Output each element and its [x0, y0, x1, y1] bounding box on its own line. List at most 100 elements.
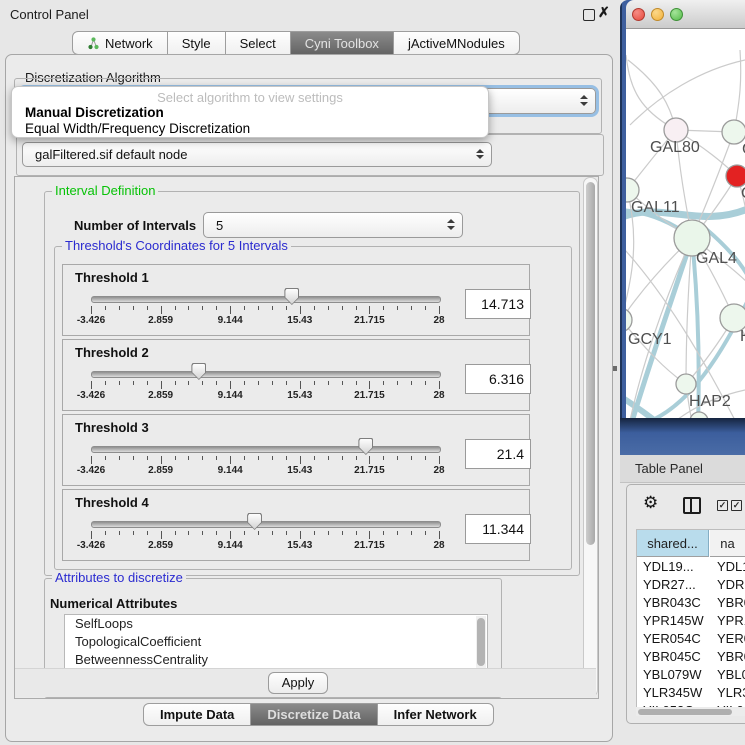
table-cell[interactable]: YBL0	[717, 666, 745, 684]
table-data-combo[interactable]: galFiltered.sif default node	[22, 142, 492, 167]
zoom-traffic-icon[interactable]	[670, 8, 683, 21]
popup-item-manual-discretization[interactable]: Manual Discretization	[25, 105, 164, 120]
table-cell[interactable]: YDL1	[717, 558, 745, 576]
table-cell[interactable]: YBR043C	[643, 594, 701, 612]
network-canvas[interactable]: GAL80GACGAL11GAL4GCY1HHAP2	[626, 29, 745, 418]
tick-label: 21.715	[347, 390, 391, 401]
tick-mark	[216, 456, 217, 460]
thresholds-group-label: Threshold's Coordinates for 5 Intervals	[62, 239, 291, 253]
tab-cyni-toolbox[interactable]: Cyni Toolbox	[291, 31, 394, 55]
popup-item-equal-width[interactable]: Equal Width/Frequency Discretization	[25, 121, 250, 136]
divider-handle[interactable]	[613, 366, 617, 371]
scrollbar-thumb[interactable]	[638, 709, 732, 715]
table-cell[interactable]: YBR0	[717, 594, 745, 612]
slider-track[interactable]	[91, 521, 441, 528]
network-graph[interactable]: GAL80GACGAL11GAL4GCY1HHAP2	[626, 29, 745, 418]
vertical-scrollbar[interactable]	[583, 177, 598, 697]
tab-discretize-data[interactable]: Discretize Data	[251, 703, 377, 726]
tick-mark	[369, 381, 370, 389]
close-traffic-icon[interactable]	[632, 8, 645, 21]
table-cell[interactable]: YDR27...	[643, 576, 696, 594]
attribute-list-item[interactable]: BetweennessCentrality	[65, 651, 487, 669]
tab-infer-network[interactable]: Infer Network	[378, 703, 494, 726]
slider-track[interactable]	[91, 296, 441, 303]
table-cell[interactable]: YBL079W	[643, 666, 702, 684]
tab-style[interactable]: Style	[168, 31, 226, 55]
tab-jactivemnodules[interactable]: jActiveMNodules	[394, 31, 520, 55]
table-cell[interactable]: YLR3	[717, 684, 745, 702]
tick-mark	[411, 306, 412, 310]
node-table[interactable]: shared...na YDL19... YDL1 YDR27... YDR2 YBR04…	[636, 529, 745, 709]
tick-mark	[328, 531, 329, 535]
threshold-value-field[interactable]: 21.4	[465, 439, 531, 469]
tick-mark	[91, 456, 92, 464]
tick-label: 28	[417, 315, 461, 326]
slider-track[interactable]	[91, 446, 441, 453]
tick-mark	[425, 306, 426, 310]
tick-mark	[411, 381, 412, 385]
scrollbar-thumb[interactable]	[586, 182, 595, 545]
tick-label: 9.144	[208, 540, 252, 551]
tab-network[interactable]: Network	[72, 31, 168, 55]
tick-mark	[300, 456, 301, 464]
tick-mark	[383, 456, 384, 460]
num-intervals-combo[interactable]: 5	[203, 212, 463, 238]
tick-mark	[216, 306, 217, 310]
tick-label: 9.144	[208, 465, 252, 476]
float-icon[interactable]	[583, 9, 595, 21]
threshold-value-field[interactable]: 14.713	[465, 289, 531, 319]
apply-button[interactable]: Apply	[268, 672, 328, 694]
network-node-gcy1[interactable]	[626, 308, 632, 332]
horizontal-scrollbar[interactable]	[636, 707, 745, 716]
threshold-value-field[interactable]: 11.344	[465, 514, 531, 544]
network-view-window[interactable]: GAL80GACGAL11GAL4GCY1HHAP2	[620, 0, 745, 455]
network-edge[interactable]	[626, 55, 676, 130]
table-cell[interactable]: YDR2	[717, 576, 745, 594]
numerical-attributes-heading: Numerical Attributes	[50, 596, 177, 611]
tick-mark	[286, 456, 287, 460]
tick-mark	[314, 381, 315, 385]
attribute-list-item[interactable]: SelfLoops	[65, 615, 487, 633]
tick-mark	[91, 531, 92, 539]
tick-mark	[105, 306, 106, 310]
threshold-value-field[interactable]: 6.316	[465, 364, 531, 394]
network-window-frame	[620, 418, 745, 455]
gear-icon[interactable]: ⚙	[643, 493, 658, 513]
table-cell[interactable]: YPR1	[717, 612, 745, 630]
tab-select[interactable]: Select	[226, 31, 291, 55]
table-cell[interactable]: YBR0	[717, 648, 745, 666]
table-cell[interactable]: YER054C	[643, 630, 701, 648]
tick-mark	[425, 531, 426, 535]
table-cell[interactable]: YLR345W	[643, 684, 702, 702]
list-scrollbar[interactable]	[476, 616, 486, 668]
split-view-icon[interactable]	[683, 497, 701, 514]
tick-mark	[230, 381, 231, 389]
network-node-hap2[interactable]	[676, 374, 696, 394]
stepper-icon	[447, 219, 455, 230]
stepper-icon	[476, 149, 484, 160]
column-header-name[interactable]: na	[710, 530, 745, 557]
tick-mark	[105, 531, 106, 535]
table-cell[interactable]: YER0	[717, 630, 745, 648]
network-icon	[87, 37, 100, 50]
attribute-list-item[interactable]: TopologicalCoefficient	[65, 633, 487, 651]
num-intervals-value: 5	[216, 218, 223, 233]
network-node-c[interactable]	[726, 165, 745, 187]
tick-mark	[286, 531, 287, 535]
table-panel-header: Table Panel	[620, 455, 745, 483]
table-cell[interactable]: YPR145W	[643, 612, 704, 630]
tab-impute-data[interactable]: Impute Data	[143, 703, 251, 726]
network-window-titlebar[interactable]	[626, 0, 745, 29]
network-edge[interactable]	[630, 60, 745, 125]
threshold-label: Threshold 2	[75, 345, 149, 360]
slider-track[interactable]	[91, 371, 441, 378]
tick-mark	[147, 306, 148, 310]
close-icon[interactable]: ✗	[598, 4, 610, 21]
numerical-attributes-list[interactable]: SelfLoopsTopologicalCoefficientBetweenne…	[64, 614, 488, 670]
minimize-traffic-icon[interactable]	[651, 8, 664, 21]
checkbox-icon[interactable]: ✓	[717, 500, 728, 511]
table-cell[interactable]: YDL19...	[643, 558, 694, 576]
column-header-shared-name[interactable]: shared...	[637, 530, 709, 557]
table-cell[interactable]: YBR045C	[643, 648, 701, 666]
checkbox-icon[interactable]: ✓	[731, 500, 742, 511]
